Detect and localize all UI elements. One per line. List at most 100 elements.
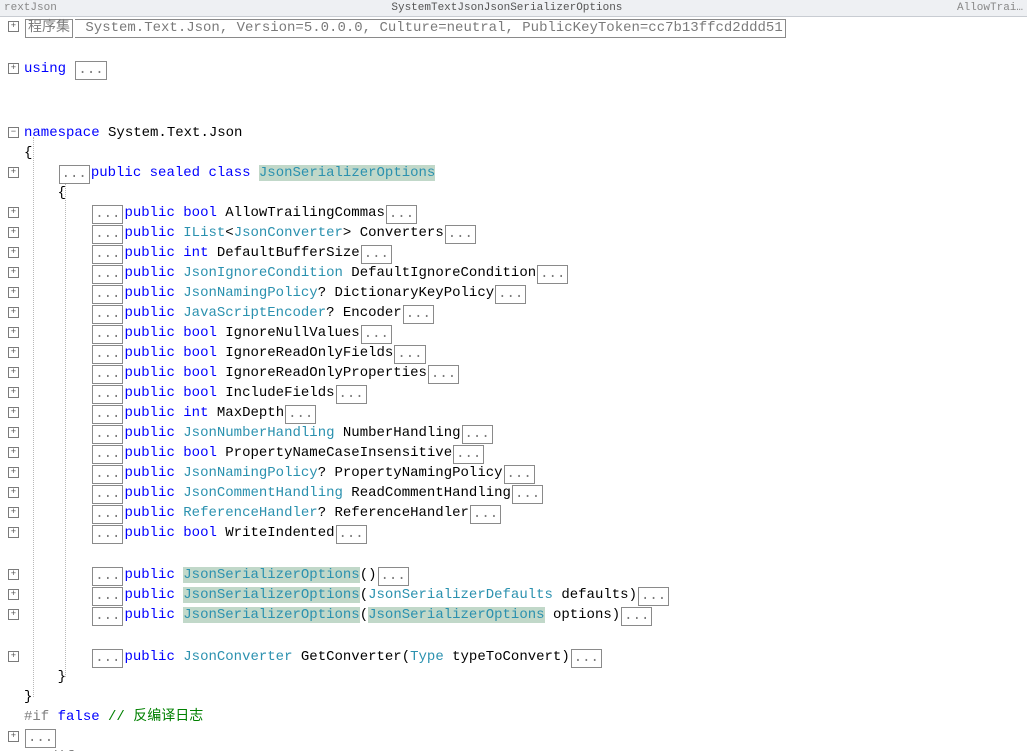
method-name: GetConverter [292, 649, 401, 665]
fold-icon[interactable] [8, 227, 19, 238]
fold-icon[interactable] [8, 589, 19, 600]
collapsed-block[interactable]: ... [92, 285, 123, 304]
blank-line [24, 79, 1027, 101]
collapsed-block[interactable]: ... [92, 265, 123, 284]
collapsed-block[interactable]: ... [495, 285, 526, 304]
fold-icon[interactable] [8, 731, 19, 742]
collapsed-block[interactable]: ... [394, 345, 425, 364]
member-name: Encoder [335, 305, 402, 321]
member-line: ...public bool IncludeFields... [24, 383, 1027, 403]
collapsed-block[interactable]: ... [92, 649, 123, 668]
center-tab-label[interactable]: SystemTextJsonJsonSerializerOptions [65, 0, 949, 18]
fold-icon[interactable] [8, 527, 19, 538]
type-name: bool [183, 385, 217, 401]
fold-icon[interactable] [8, 347, 19, 358]
member-line: ...public IList<JsonConverter> Converter… [24, 223, 1027, 243]
collapsed-block[interactable]: ... [453, 445, 484, 464]
fold-icon[interactable] [8, 487, 19, 498]
collapsed-block[interactable]: ... [59, 165, 90, 184]
collapsed-block[interactable]: ... [92, 245, 123, 264]
collapsed-block[interactable]: ... [621, 607, 652, 626]
collapsed-block[interactable]: ... [361, 325, 392, 344]
collapsed-block[interactable]: ... [638, 587, 669, 606]
fold-icon[interactable] [8, 467, 19, 478]
collapsed-block[interactable]: ... [92, 325, 123, 344]
collapsed-block[interactable]: ... [92, 305, 123, 324]
collapsed-block[interactable]: ... [285, 405, 316, 424]
fold-icon[interactable] [8, 21, 19, 32]
code-editor[interactable]: 程序集 System.Text.Json, Version=5.0.0.0, C… [0, 17, 1027, 751]
type-name: ReferenceHandler [183, 505, 317, 521]
fold-icon[interactable] [8, 287, 19, 298]
fold-icon[interactable] [8, 63, 19, 74]
collapsed-block[interactable]: ... [92, 345, 123, 364]
fold-icon[interactable] [8, 367, 19, 378]
collapsed-block[interactable]: ... [378, 567, 409, 586]
collapsed-block[interactable]: ... [92, 485, 123, 504]
left-tab-label[interactable]: rextJson [4, 0, 57, 18]
collapsed-block[interactable]: ... [445, 225, 476, 244]
collapsed-block[interactable]: ... [92, 505, 123, 524]
collapsed-block[interactable]: ... [92, 225, 123, 244]
collapsed-block[interactable]: ... [336, 385, 367, 404]
collapsed-block[interactable]: ... [92, 465, 123, 484]
member-name: PropertyNamingPolicy [326, 465, 502, 481]
tab-bar: rextJson SystemTextJsonJsonSerializerOpt… [0, 0, 1027, 17]
collapsed-block[interactable]: ... [75, 61, 106, 80]
fold-icon[interactable] [8, 569, 19, 580]
blank-line [24, 37, 1027, 59]
collapsed-block[interactable]: ... [92, 385, 123, 404]
fold-icon[interactable] [8, 247, 19, 258]
collapsed-block[interactable]: ... [92, 365, 123, 384]
type-name: bool [183, 525, 217, 541]
collapsed-block[interactable]: ... [92, 567, 123, 586]
collapsed-block[interactable]: ... [92, 425, 123, 444]
false-keyword: false [58, 709, 100, 725]
fold-icon[interactable] [8, 267, 19, 278]
class-name: JsonSerializerOptions [259, 165, 435, 181]
collapsed-block[interactable]: ... [336, 525, 367, 544]
collapsed-block[interactable]: ... [25, 729, 56, 748]
member-line: ...public JsonCommentHandling ReadCommen… [24, 483, 1027, 503]
fold-icon[interactable] [8, 507, 19, 518]
fold-icon[interactable] [8, 127, 19, 138]
fold-icon[interactable] [8, 609, 19, 620]
public-keyword: public [124, 205, 174, 221]
collapsed-block[interactable]: ... [92, 607, 123, 626]
collapsed-block[interactable]: ... [92, 525, 123, 544]
fold-icon[interactable] [8, 407, 19, 418]
member-line: ...public JsonNamingPolicy? DictionaryKe… [24, 283, 1027, 303]
fold-icon[interactable] [8, 427, 19, 438]
fold-icon[interactable] [8, 447, 19, 458]
using-line: using ... [24, 59, 1027, 79]
member-line: ...public bool IgnoreNullValues... [24, 323, 1027, 343]
public-keyword: public [124, 265, 174, 281]
collapsed-block[interactable]: ... [361, 245, 392, 264]
collapsed-block[interactable]: ... [428, 365, 459, 384]
member-name: DictionaryKeyPolicy [326, 285, 494, 301]
right-tab-label[interactable]: AllowTrai… [957, 0, 1023, 18]
method-line: ...public JsonConverter GetConverter(Typ… [24, 647, 1027, 667]
collapsed-block[interactable]: ... [470, 505, 501, 524]
collapsed-block[interactable]: ... [403, 305, 434, 324]
fold-icon[interactable] [8, 307, 19, 318]
fold-icon[interactable] [8, 167, 19, 178]
member-line: ...public int DefaultBufferSize... [24, 243, 1027, 263]
fold-icon[interactable] [8, 327, 19, 338]
public-keyword: public [124, 285, 174, 301]
collapsed-block[interactable]: ... [92, 405, 123, 424]
collapsed-block[interactable]: ... [92, 205, 123, 224]
collapsed-block[interactable]: ... [92, 587, 123, 606]
constructor-name: JsonSerializerOptions [183, 567, 359, 583]
collapsed-block[interactable]: ... [537, 265, 568, 284]
fold-icon[interactable] [8, 651, 19, 662]
fold-icon[interactable] [8, 387, 19, 398]
param-name: options [545, 607, 612, 623]
collapsed-block[interactable]: ... [462, 425, 493, 444]
collapsed-block[interactable]: ... [92, 445, 123, 464]
fold-icon[interactable] [8, 207, 19, 218]
collapsed-block[interactable]: ... [571, 649, 602, 668]
collapsed-block[interactable]: ... [386, 205, 417, 224]
collapsed-block[interactable]: ... [512, 485, 543, 504]
collapsed-block[interactable]: ... [504, 465, 535, 484]
